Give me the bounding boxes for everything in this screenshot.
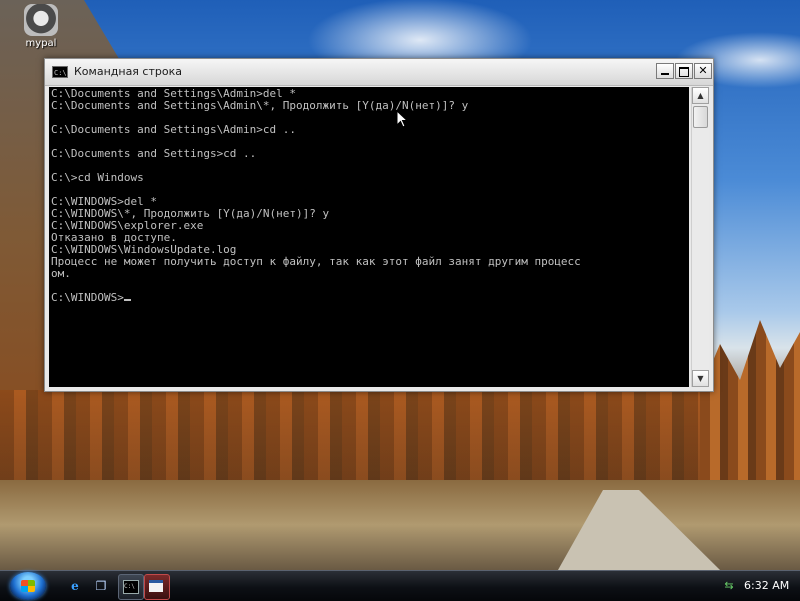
console-text: C:\Documents and Settings\Admin>del * C:… xyxy=(51,87,581,280)
minimize-button[interactable] xyxy=(656,63,674,79)
start-button[interactable] xyxy=(10,572,46,600)
text-cursor xyxy=(123,299,131,301)
taskbar-command-prompt[interactable]: C:\ xyxy=(118,574,144,600)
application-window-icon xyxy=(149,580,163,592)
command-prompt-window[interactable]: C:\ Командная строка ✕ C:\Documents and … xyxy=(44,58,714,392)
network-tray-icon[interactable]: ⇆ xyxy=(722,579,736,593)
console-output[interactable]: C:\Documents and Settings\Admin>del * C:… xyxy=(49,87,689,387)
windows-start-icon xyxy=(21,580,35,592)
taskbar: e ❐ C:\ ⇆ 6:32 AM xyxy=(0,570,800,601)
window-title: Командная строка xyxy=(74,65,182,78)
close-button[interactable]: ✕ xyxy=(694,63,712,79)
arrow-up-icon: ▲ xyxy=(697,91,704,100)
close-icon: ✕ xyxy=(698,64,708,77)
window-titlebar[interactable]: C:\ Командная строка ✕ xyxy=(45,59,713,86)
maximize-button[interactable] xyxy=(675,63,693,79)
scroll-up-button[interactable]: ▲ xyxy=(692,87,709,104)
mypal-icon xyxy=(24,4,58,36)
command-prompt-icon: C:\ xyxy=(123,580,139,594)
taskbar-application-window[interactable] xyxy=(144,574,170,600)
scroll-thumb[interactable] xyxy=(693,106,708,128)
vertical-scrollbar[interactable]: ▲ ▼ xyxy=(691,87,709,387)
internet-explorer-icon[interactable]: e xyxy=(66,577,84,595)
taskbar-clock[interactable]: 6:32 AM xyxy=(744,579,789,592)
maximize-icon xyxy=(679,67,689,77)
command-prompt-icon[interactable]: C:\ xyxy=(52,66,68,78)
switch-windows-icon[interactable]: ❐ xyxy=(92,577,110,595)
console-lines: C:\Documents and Settings\Admin>del * C:… xyxy=(49,87,689,304)
desktop-icon-mypal[interactable]: mypal xyxy=(14,4,68,49)
arrow-down-icon: ▼ xyxy=(697,374,704,383)
minimize-icon xyxy=(661,73,669,75)
scroll-down-button[interactable]: ▼ xyxy=(692,370,709,387)
mouse-pointer-icon xyxy=(396,110,408,128)
desktop-icon-label: mypal xyxy=(25,38,57,49)
console-prompt: C:\WINDOWS> xyxy=(51,291,124,304)
